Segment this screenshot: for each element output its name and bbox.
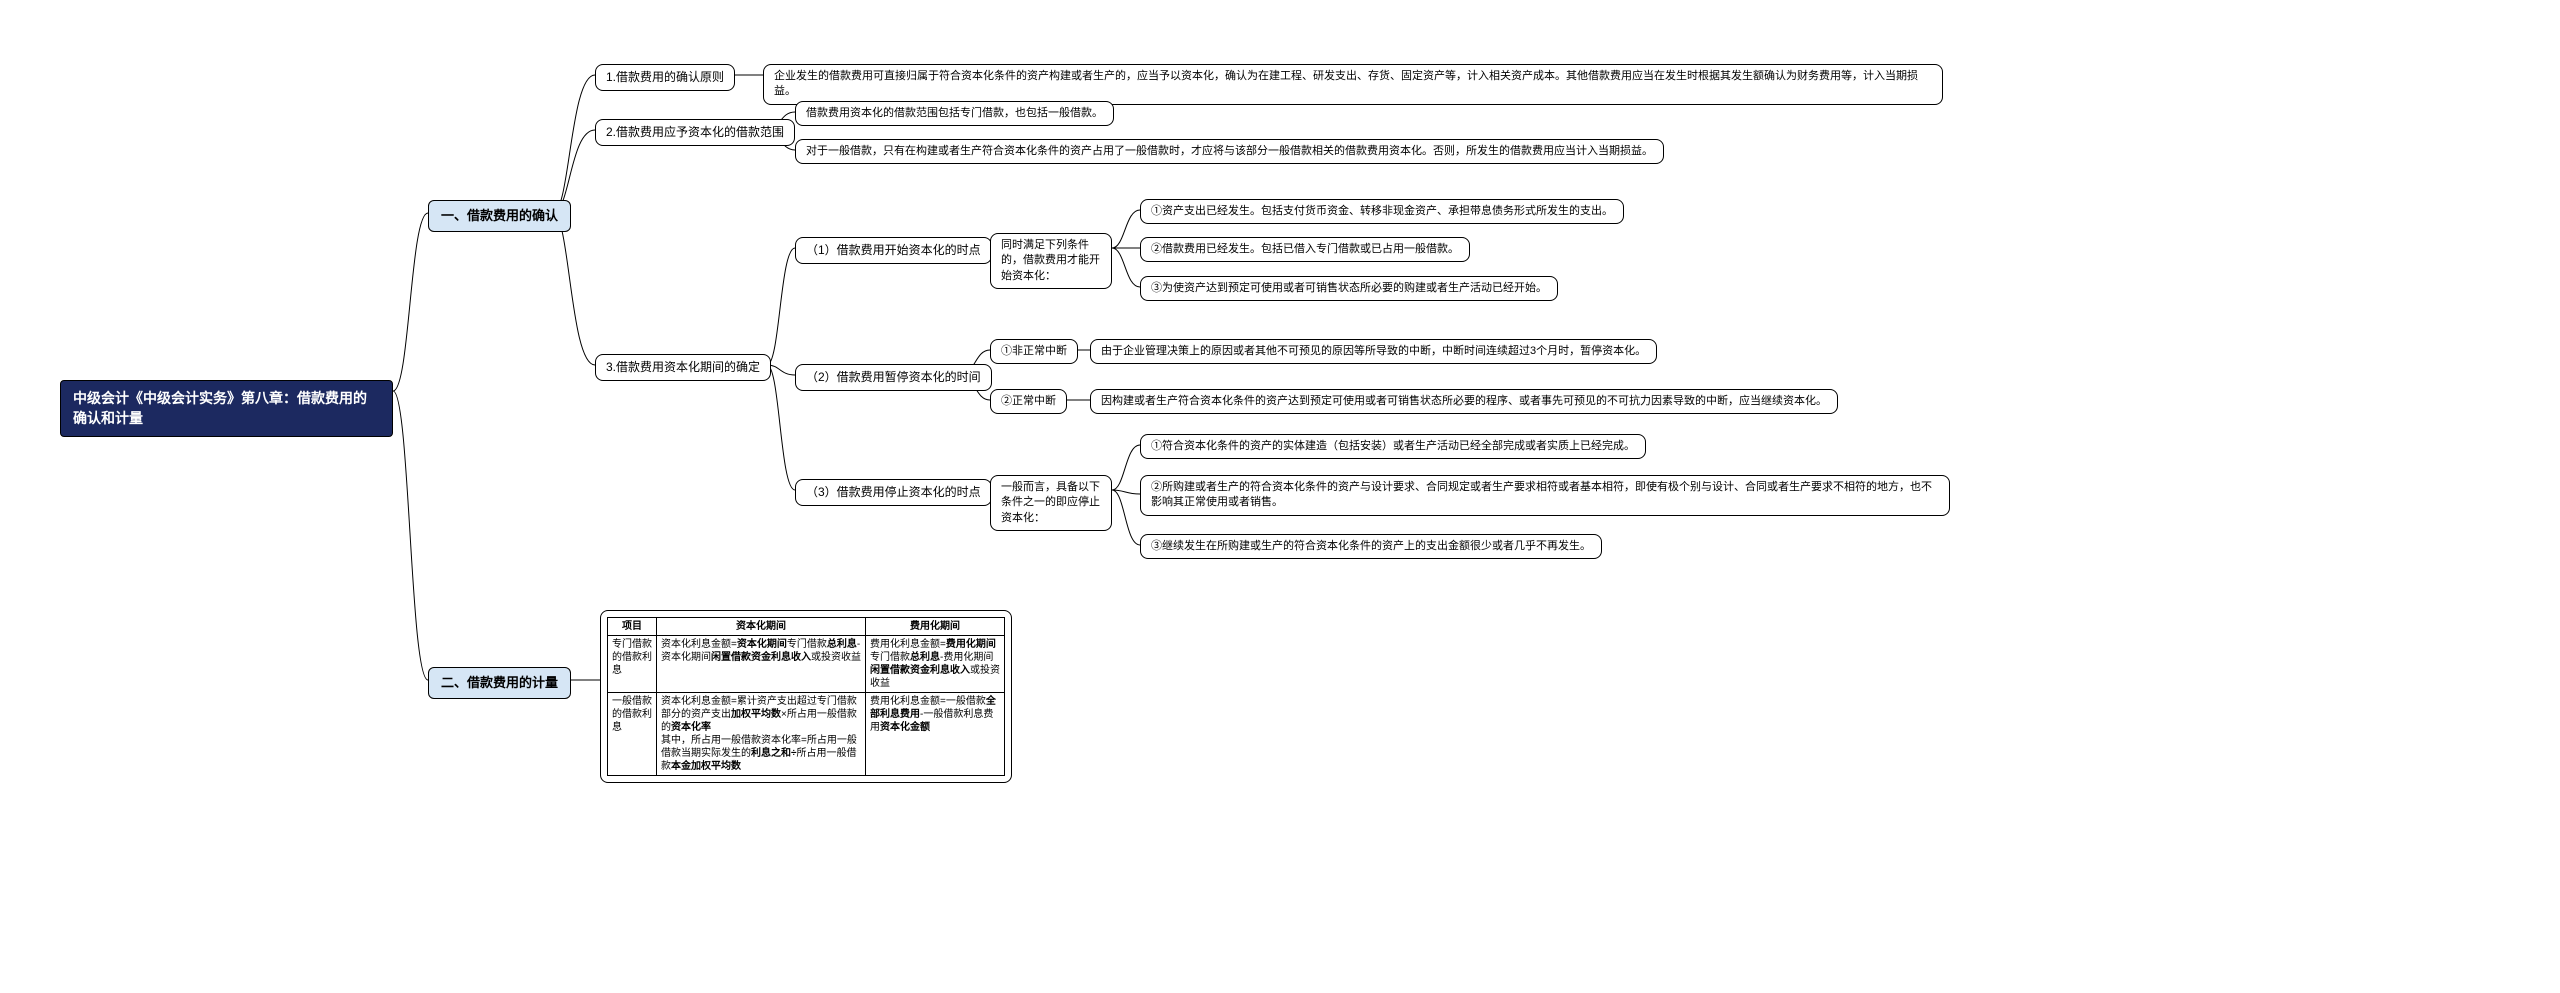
node-1-3-2-b[interactable]: ②正常中断 bbox=[990, 389, 1067, 414]
node-1-3-2-a-c[interactable]: 由于企业管理决策上的原因或者其他不可预见的原因等所导致的中断，中断时间连续超过3… bbox=[1090, 339, 1657, 364]
node-1-2-c1[interactable]: 借款费用资本化的借款范围包括专门借款，也包括一般借款。 bbox=[795, 101, 1114, 126]
cell-r1c2: 资本化利息金额=资本化期间专门借款总利息-资本化期间闲置借款资金利息收入或投资收… bbox=[657, 636, 866, 693]
th-cap: 资本化期间 bbox=[657, 618, 866, 636]
node-1-2[interactable]: 2.借款费用应予资本化的借款范围 bbox=[595, 119, 795, 146]
calc-table-node[interactable]: 项目 资本化期间 费用化期间 专门借款的借款利息 资本化利息金额=资本化期间专门… bbox=[600, 610, 1012, 783]
th-exp: 费用化期间 bbox=[866, 618, 1005, 636]
node-1-3-1-c2[interactable]: ②借款费用已经发生。包括已借入专门借款或已占用一般借款。 bbox=[1140, 237, 1470, 262]
node-1-3-1-c3[interactable]: ③为使资产达到预定可使用或者可销售状态所必要的购建或者生产活动已经开始。 bbox=[1140, 276, 1558, 301]
cell-r1c1: 专门借款的借款利息 bbox=[608, 636, 657, 693]
root-node[interactable]: 中级会计《中级会计实务》第八章：借款费用的确认和计量 bbox=[60, 380, 393, 437]
node-1-3[interactable]: 3.借款费用资本化期间的确定 bbox=[595, 354, 771, 381]
node-1-3-3[interactable]: （3）借款费用停止资本化的时点 bbox=[795, 479, 992, 506]
cell-r1c3: 费用化利息金额=费用化期间专门借款总利息-费用化期间闲置借款资金利息收入或投资收… bbox=[866, 636, 1005, 693]
section-1[interactable]: 一、借款费用的确认 bbox=[428, 200, 571, 232]
node-1-3-2-b-c[interactable]: 因构建或者生产符合资本化条件的资产达到预定可使用或者可销售状态所必要的程序、或者… bbox=[1090, 389, 1838, 414]
node-1-3-3-c1[interactable]: ①符合资本化条件的资产的实体建造（包括安装）或者生产活动已经全部完成或者实质上已… bbox=[1140, 434, 1646, 459]
table-row: 一般借款的借款利息 资本化利息金额=累计资产支出超过专门借款部分的资产支出加权平… bbox=[608, 693, 1005, 776]
node-1-2-c2[interactable]: 对于一般借款，只有在构建或者生产符合资本化条件的资产占用了一般借款时，才应将与该… bbox=[795, 139, 1664, 164]
node-1-3-1-c1[interactable]: ①资产支出已经发生。包括支付货币资金、转移非现金资产、承担带息债务形式所发生的支… bbox=[1140, 199, 1624, 224]
cell-r2c3: 费用化利息金额=一般借款全部利息费用-一般借款利息费用资本化金额 bbox=[866, 693, 1005, 776]
th-item: 项目 bbox=[608, 618, 657, 636]
node-1-3-1-text[interactable]: 同时满足下列条件的，借款费用才能开始资本化： bbox=[990, 233, 1112, 289]
node-1-3-2-a[interactable]: ①非正常中断 bbox=[990, 339, 1078, 364]
node-1-3-2[interactable]: （2）借款费用暂停资本化的时间 bbox=[795, 364, 992, 391]
calc-table: 项目 资本化期间 费用化期间 专门借款的借款利息 资本化利息金额=资本化期间专门… bbox=[607, 617, 1005, 776]
cell-r2c1: 一般借款的借款利息 bbox=[608, 693, 657, 776]
node-1-1[interactable]: 1.借款费用的确认原则 bbox=[595, 64, 735, 91]
node-1-3-1[interactable]: （1）借款费用开始资本化的时点 bbox=[795, 237, 992, 264]
section-2[interactable]: 二、借款费用的计量 bbox=[428, 667, 571, 699]
node-1-1-content[interactable]: 企业发生的借款费用可直接归属于符合资本化条件的资产构建或者生产的，应当予以资本化… bbox=[763, 64, 1943, 105]
node-1-3-3-c3[interactable]: ③继续发生在所购建或生产的符合资本化条件的资产上的支出金额很少或者几乎不再发生。 bbox=[1140, 534, 1602, 559]
node-1-3-3-text[interactable]: 一般而言，具备以下条件之一的即应停止资本化： bbox=[990, 475, 1112, 531]
node-1-3-3-c2[interactable]: ②所购建或者生产的符合资本化条件的资产与设计要求、合同规定或者生产要求相符或者基… bbox=[1140, 475, 1950, 516]
table-row: 专门借款的借款利息 资本化利息金额=资本化期间专门借款总利息-资本化期间闲置借款… bbox=[608, 636, 1005, 693]
cell-r2c2: 资本化利息金额=累计资产支出超过专门借款部分的资产支出加权平均数×所占用一般借款… bbox=[657, 693, 866, 776]
